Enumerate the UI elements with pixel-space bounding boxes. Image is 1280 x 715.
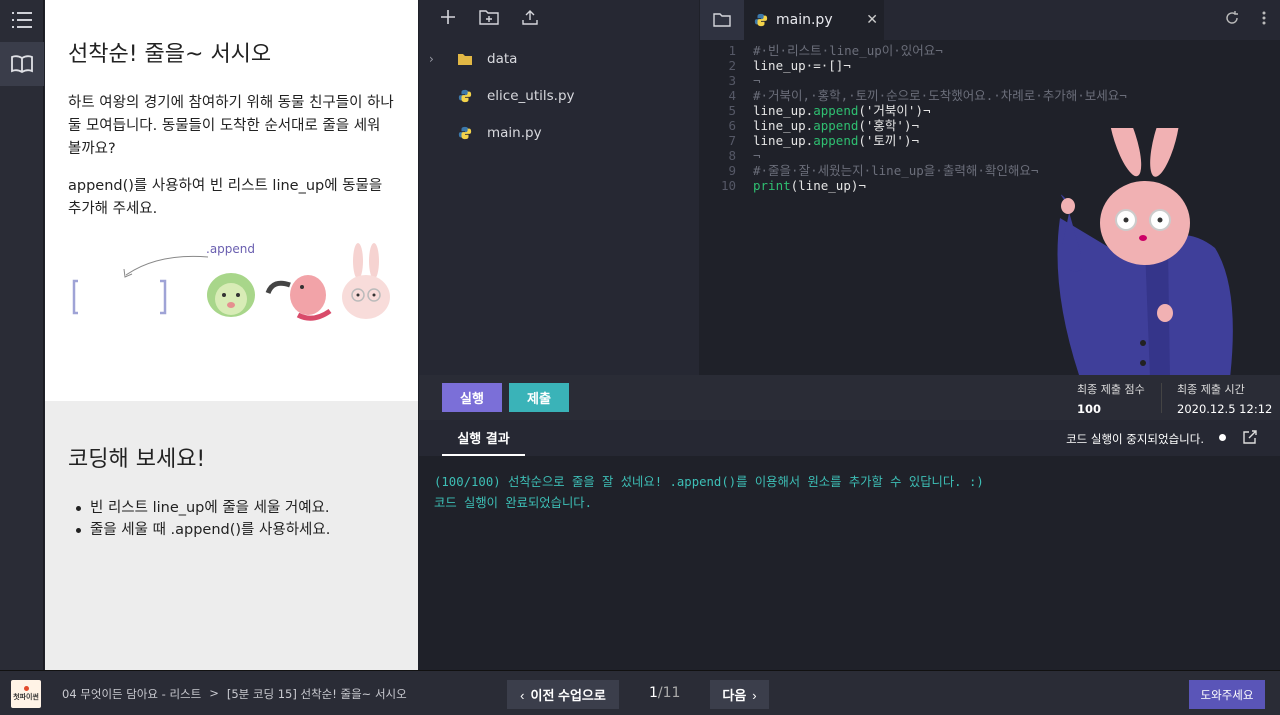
final-score-label: 최종 제출 점수 <box>1077 383 1145 396</box>
code-line: #·줄을·잘·세웠는지·line_up을·출력해·확인해요¬ <box>753 163 1039 178</box>
code-line: line_up.append('거북이')¬ <box>753 103 931 118</box>
bullet-item: 줄을 세울 때 .append()를 사용하세요. <box>68 519 395 541</box>
file-item-elice-utils[interactable]: elice_utils.py <box>419 77 699 114</box>
help-button[interactable]: 도와주세요 <box>1189 680 1265 709</box>
run-status: 코드 실행이 중지되었습니다. <box>1066 432 1204 446</box>
lesson-instruction: append()를 사용하여 빈 리스트 line_up에 동물을 추가해 주세… <box>68 178 383 217</box>
rabbit-mascot-illustration <box>1057 128 1233 375</box>
tab-label: main.py <box>776 12 833 28</box>
python-icon <box>458 126 472 139</box>
new-folder-icon[interactable] <box>479 8 499 30</box>
external-link-icon[interactable] <box>1242 429 1258 449</box>
file-item-data[interactable]: › data <box>419 40 699 77</box>
file-name: main.py <box>487 124 542 141</box>
upload-icon[interactable] <box>521 8 539 30</box>
code-editor: main.py ✕ 1 #·빈·리스트·line_up이·있어요¬ 2 line_u… <box>700 0 1280 375</box>
practice-title: 코딩해 보세요! <box>68 447 206 472</box>
divider <box>1161 383 1162 413</box>
left-rail <box>0 0 44 670</box>
menu-icon[interactable] <box>0 0 44 40</box>
animals-illustration: .append <box>72 242 390 321</box>
chevron-left-icon: ‹ <box>520 688 525 703</box>
page-current: 1 <box>649 685 658 701</box>
python-icon <box>458 89 472 102</box>
breadcrumb-lesson: [5분 코딩 15] 선착순! 줄을~ 서시오 <box>226 687 407 701</box>
file-item-main[interactable]: main.py <box>419 114 699 151</box>
submit-time-label: 최종 제출 시간 <box>1177 383 1245 396</box>
file-explorer: › data elice_utils.py main.py <box>419 0 699 375</box>
prev-label: 이전 수업으로 <box>530 688 606 703</box>
page-total: /11 <box>657 685 681 701</box>
new-file-icon[interactable] <box>439 8 457 30</box>
file-name: data <box>487 50 518 67</box>
lesson-intro: 하트 여왕의 경기에 참여하기 위해 동물 친구들이 하나둘 모여듭니다. 동물… <box>68 95 394 157</box>
course-logo: 첫파이썬 <box>11 680 41 708</box>
logo-text: 첫파이썬 <box>13 693 39 701</box>
book-icon[interactable] <box>0 42 44 86</box>
practice-section: 코딩해 보세요! 빈 리스트 line_up에 줄을 세울 거예요. 줄을 세울… <box>45 401 418 670</box>
folder-icon <box>458 53 472 65</box>
close-icon[interactable]: ✕ <box>866 12 878 28</box>
editor-tabbar: main.py ✕ <box>700 0 1280 40</box>
code-line: print(line_up)¬ <box>753 178 866 193</box>
code-line: #·거북이,·홍학,·토끼·순으로·도착했어요.·차례로·추가해·보세요¬ <box>753 88 1127 103</box>
final-score: 최종 제출 점수 100 <box>1077 381 1145 416</box>
append-label: .append <box>206 242 255 256</box>
code-line: line_up.append('토끼')¬ <box>753 133 920 148</box>
output-console: (100/100) 선착순으로 줄을 잘 섰네요! .append()를 이용해… <box>419 456 1280 530</box>
next-button[interactable]: 다음 › <box>710 680 769 709</box>
bottom-bar: 첫파이썬 04 무엇이든 담아요 - 리스트 > [5분 코딩 15] 선착순!… <box>0 670 1280 715</box>
code-line: ¬ <box>753 148 761 163</box>
tab-main-py[interactable]: main.py ✕ <box>744 0 884 40</box>
more-icon[interactable] <box>1262 10 1266 30</box>
code-line: #·빈·리스트·line_up이·있어요¬ <box>753 43 943 58</box>
python-icon <box>754 13 768 27</box>
page-indicator: 1/11 <box>649 685 680 701</box>
code-line: line_up·=·[]¬ <box>753 58 851 73</box>
submit-time: 최종 제출 시간 2020.12.5 12:12 <box>1177 381 1272 416</box>
lesson-title: 선착순! 줄을~ 서시오 <box>68 42 272 67</box>
output-line: 코드 실행이 완료되었습니다. <box>434 496 592 510</box>
submit-time-value: 2020.12.5 12:12 <box>1177 402 1273 416</box>
action-bar: 실행 제출 최종 제출 점수 100 최종 제출 시간 2020.12.5 12… <box>419 375 1280 420</box>
final-score-value: 100 <box>1077 402 1102 416</box>
lesson-illustration: .append <box>68 237 395 347</box>
file-name: elice_utils.py <box>487 87 575 104</box>
breadcrumb: 04 무엇이든 담아요 - 리스트 > [5분 코딩 15] 선착순! 줄을~ … <box>62 686 407 702</box>
run-button[interactable]: 실행 <box>442 383 502 412</box>
output-line: (100/100) 선착순으로 줄을 잘 섰네요! .append()를 이용해… <box>434 475 984 489</box>
chevron-right-icon: › <box>429 51 434 66</box>
explorer-toolbar <box>419 0 699 38</box>
output-header: 실행 결과 코드 실행이 중지되었습니다. <box>419 420 1280 456</box>
practice-bullets: 빈 리스트 line_up에 줄을 세울 거예요. 줄을 세울 때 .appen… <box>68 497 395 541</box>
code-line: line_up.append('홍학')¬ <box>753 118 920 133</box>
chevron-right-icon: › <box>752 688 757 703</box>
breadcrumb-separator: > <box>209 686 219 700</box>
submit-button[interactable]: 제출 <box>509 383 569 412</box>
folder-icon[interactable] <box>700 0 744 40</box>
prev-lesson-button[interactable]: ‹ 이전 수업으로 <box>507 680 619 709</box>
breadcrumb-chapter[interactable]: 04 무엇이든 담아요 - 리스트 <box>62 686 201 702</box>
lesson-panel: 선착순! 줄을~ 서시오 하트 여왕의 경기에 참여하기 위해 동물 친구들이 … <box>45 0 418 670</box>
status-dot-icon <box>1219 434 1226 441</box>
tab-run-result[interactable]: 실행 결과 <box>442 420 525 456</box>
next-label: 다음 <box>722 688 747 703</box>
code-line: ¬ <box>753 73 761 88</box>
refresh-icon[interactable] <box>1224 10 1240 30</box>
output-panel: 실행 결과 코드 실행이 중지되었습니다. (100/100) 선착순으로 줄을… <box>419 420 1280 670</box>
bullet-item: 빈 리스트 line_up에 줄을 세울 거예요. <box>68 497 395 519</box>
